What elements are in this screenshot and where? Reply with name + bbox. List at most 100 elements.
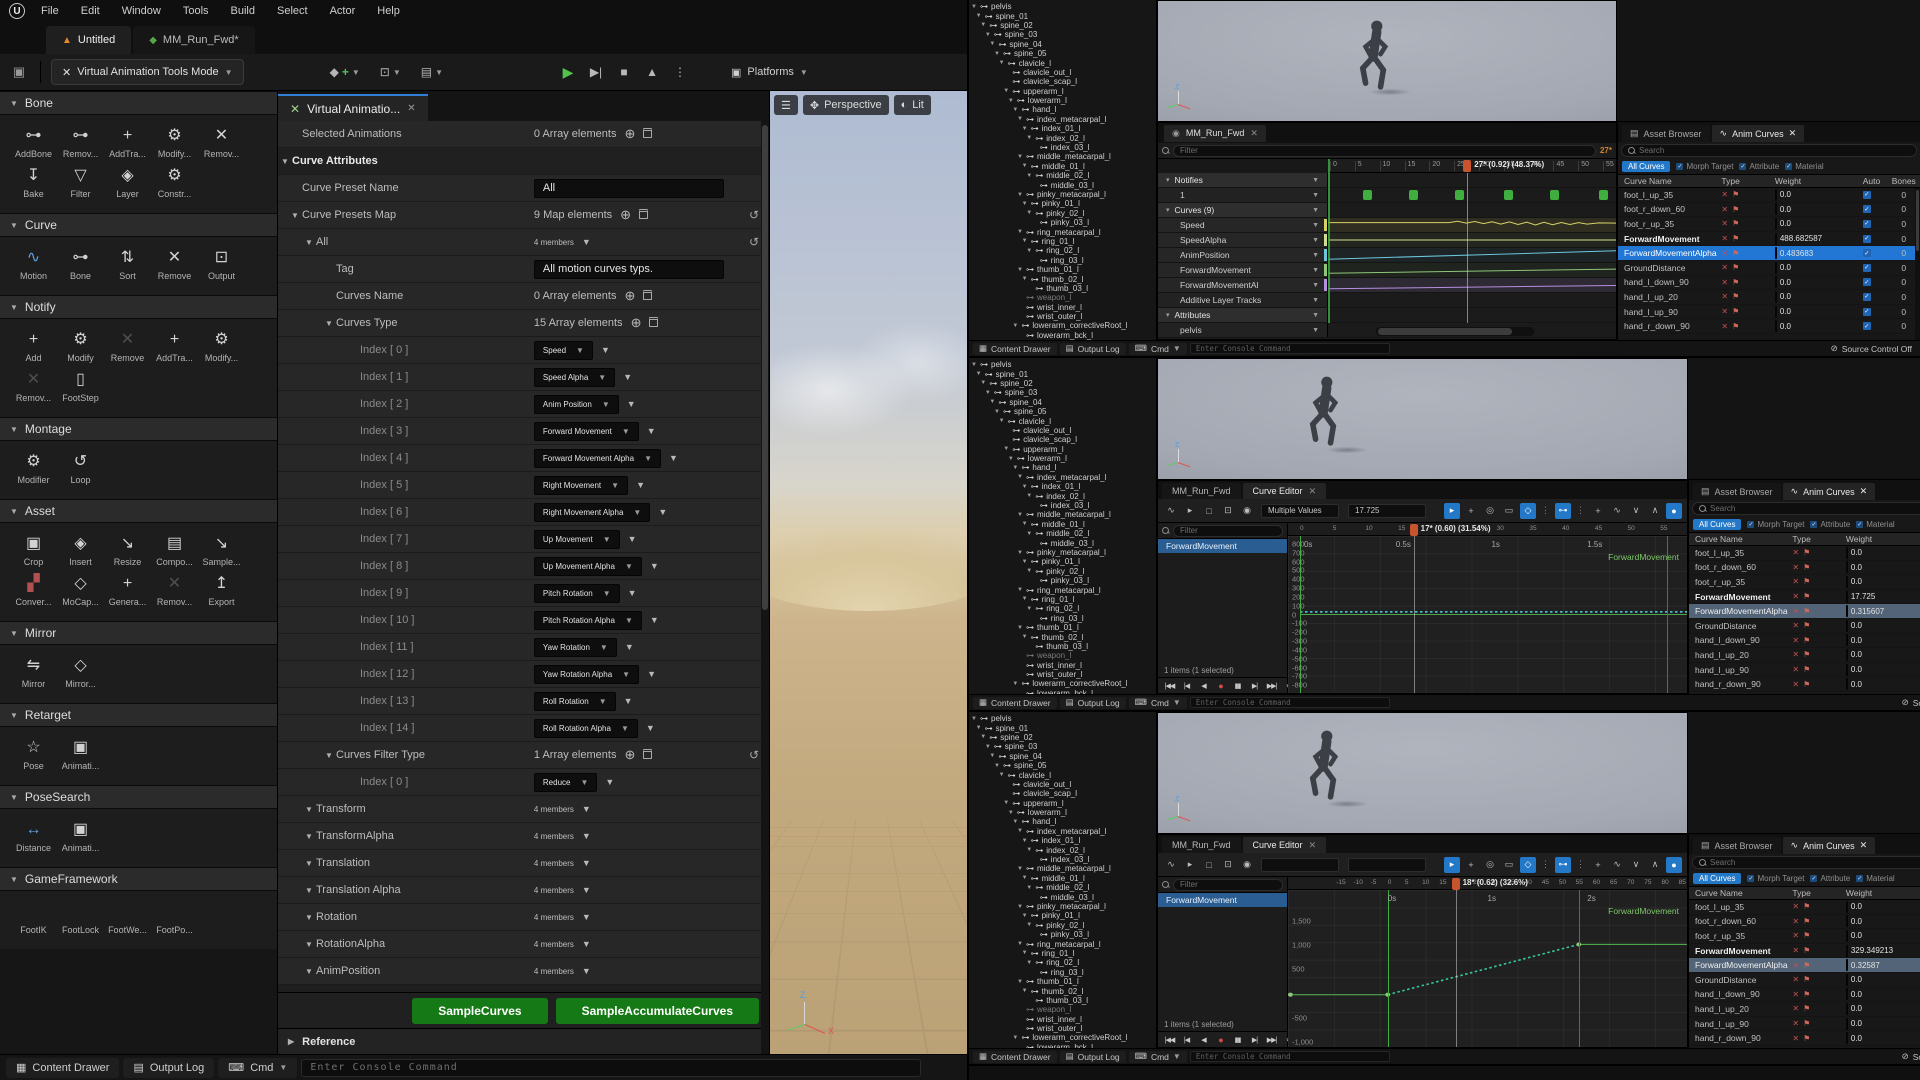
tree-expander-icon[interactable]: ▼: [1003, 800, 1009, 806]
tool-button[interactable]: ▤ Compo...: [151, 535, 198, 567]
add-element-icon[interactable]: ⊕: [624, 288, 635, 304]
curve-row[interactable]: ForwardMovement ✕⚑ 329.349213 ✓ 0: [1689, 944, 1920, 959]
tree-expander-icon[interactable]: ▼: [980, 380, 986, 386]
skeleton-tree-item[interactable]: ▼ ⊶ index_01_l: [969, 124, 1156, 133]
menu-item[interactable]: Help: [366, 0, 411, 22]
preview-viewport[interactable]: Z: [1157, 358, 1688, 480]
tree-expander-icon[interactable]: ▼: [1017, 229, 1023, 235]
track-options-icon[interactable]: ▼: [1312, 297, 1319, 304]
skeleton-tree-item[interactable]: ▼ ⊶ spine_05: [969, 49, 1156, 58]
skeleton-tree-item[interactable]: ▼ ⊶ spine_05: [969, 407, 1156, 416]
skeleton-tree-item[interactable]: ▼ ⊶ spine_05: [969, 761, 1156, 770]
auto-checkbox[interactable]: ✓: [1863, 322, 1871, 330]
lit-mode-dropdown[interactable]: ◐ Lit: [894, 95, 931, 115]
anim-curves-tab[interactable]: ∿Anim Curves✕: [1712, 125, 1805, 142]
tree-expander-icon[interactable]: ▼: [1026, 568, 1032, 574]
tree-expander-icon[interactable]: ▼: [1017, 979, 1023, 985]
curve-list-item-selected[interactable]: ForwardMovement: [1158, 539, 1287, 553]
skeleton-tree-item[interactable]: ▼ ⊶ pelvis: [969, 360, 1156, 369]
tree-expander-icon[interactable]: ▼: [1022, 634, 1028, 640]
tool-button[interactable]: ☆ Pose: [10, 739, 57, 771]
curve-row[interactable]: GroundDistance ✕⚑ 0.0 ✓ 0: [1689, 619, 1920, 634]
retime-tool[interactable]: ◎: [1482, 857, 1498, 873]
tree-expander-icon[interactable]: ▼: [1017, 904, 1023, 910]
curve-row[interactable]: foot_r_up_35 ✕⚑ 0.0 ✓ 0: [1689, 929, 1920, 944]
weight-input[interactable]: 0.0: [1846, 1018, 1848, 1030]
add-actor-button[interactable]: ◆+▼: [324, 60, 366, 84]
anim-curves-tab[interactable]: ∿Anim Curves✕: [1783, 837, 1876, 854]
track-options-icon[interactable]: ▼: [1312, 192, 1319, 199]
row-chevron-icon[interactable]: ▼: [669, 453, 678, 463]
skeleton-tree-item[interactable]: ▼ ⊶ upperarm_l: [969, 445, 1156, 454]
skeleton-tree-item[interactable]: ▼ ⊶ ring_02_l: [969, 246, 1156, 255]
tool-button[interactable]: ⇅ Sort: [104, 249, 151, 281]
reference-section[interactable]: ▶ Reference: [278, 1028, 769, 1054]
multi-select-tool[interactable]: ▭: [1501, 503, 1517, 519]
track-lane[interactable]: [1328, 248, 1616, 262]
row-chevron-icon[interactable]: ▼: [628, 534, 637, 544]
tangent-flatten[interactable]: ∧: [1647, 857, 1663, 873]
skeleton-tree-item[interactable]: ▼ ⊶ weapon_l: [969, 1005, 1156, 1014]
skeleton-tree-item[interactable]: ▼ ⊶ spine_03: [969, 742, 1156, 751]
tool-button[interactable]: ⚙ Modify...: [198, 331, 245, 363]
row-chevron-icon[interactable]: ▼: [582, 885, 591, 895]
skeleton-tree-item[interactable]: ▼ ⊶ spine_04: [969, 752, 1156, 761]
key-time-field[interactable]: [1261, 858, 1339, 872]
property-value-dropdown[interactable]: Forward Movement Alpha▼: [534, 449, 661, 468]
property-row[interactable]: ▼ Index [ 1 ] Speed Alpha Speed Alpha Sp…: [278, 364, 769, 391]
tree-expander-icon[interactable]: ▼: [1017, 116, 1023, 122]
expander-icon[interactable]: ▼: [302, 805, 316, 814]
transform-tool[interactable]: +: [1463, 503, 1479, 519]
track-row[interactable]: Notifies ▼: [1158, 173, 1616, 188]
weight-input[interactable]: 0.0: [1775, 320, 1777, 332]
editor-mode-dropdown[interactable]: ✕ Virtual Animation Tools Mode ▼: [51, 59, 244, 85]
track-options-icon[interactable]: ▼: [1312, 282, 1319, 289]
tree-expander-icon[interactable]: ▼: [994, 51, 1000, 57]
row-chevron-icon[interactable]: ▼: [623, 372, 632, 382]
palette-section-header[interactable]: ▼ Retarget: [0, 703, 277, 727]
expander-icon[interactable]: ▼: [302, 238, 316, 247]
tool-button[interactable]: ↔ Distance: [10, 821, 57, 853]
property-row[interactable]: ▼ Index [ 9 ] Pitch Rotation Pitch Rotat…: [278, 580, 769, 607]
tool-button[interactable]: ▣ Animati...: [57, 739, 104, 771]
source-control-status[interactable]: ⊘Source Control Off: [1831, 343, 1916, 354]
skeleton-tree-item[interactable]: ▼ ⊶ upperarm_l: [969, 87, 1156, 96]
expander-icon[interactable]: ▼: [302, 859, 316, 868]
cmd-dropdown[interactable]: ⌨Cmd▼: [1129, 343, 1187, 355]
reset-to-default-icon[interactable]: ↺: [749, 748, 759, 762]
tree-expander-icon[interactable]: ▼: [1012, 107, 1018, 113]
tree-expander-icon[interactable]: ▼: [971, 362, 977, 368]
skeleton-tree-item[interactable]: ▼ ⊶ thumb_03_l: [969, 996, 1156, 1005]
delete-element-icon[interactable]: [643, 290, 652, 303]
weight-input[interactable]: 0.0: [1846, 1032, 1848, 1044]
curve-row[interactable]: hand_l_up_90 ✕⚑ 0.0 ✓ 0: [1689, 1017, 1920, 1032]
transform-tool[interactable]: +: [1463, 857, 1479, 873]
notify-marker[interactable]: [1599, 190, 1608, 200]
tool-button[interactable]: FootPo...: [151, 903, 198, 935]
skeleton-tree-item[interactable]: ▼ ⊶ weapon_l: [969, 293, 1156, 302]
row-chevron-icon[interactable]: ▼: [627, 399, 636, 409]
expander-icon[interactable]: ▼: [288, 211, 302, 220]
property-row[interactable]: ▼ Curves Type 15 Array elements 15 Array…: [278, 310, 769, 337]
asset-browser-tab[interactable]: ▤Asset Browser: [1693, 837, 1781, 854]
weight-input[interactable]: 0.0: [1846, 620, 1848, 632]
tool-button[interactable]: ⊶ Bone: [57, 249, 104, 281]
skeleton-tree-item[interactable]: ▼ ⊶ index_03_l: [969, 501, 1156, 510]
skeleton-tree-item[interactable]: ▼ ⊶ spine_02: [969, 21, 1156, 30]
add-element-icon[interactable]: ⊕: [624, 747, 635, 763]
close-icon[interactable]: ✕: [1309, 840, 1317, 851]
curve-row[interactable]: hand_l_up_20 ✕⚑ 0.0 ✓ 0: [1618, 290, 1920, 305]
notify-marker[interactable]: [1504, 190, 1513, 200]
curve-row[interactable]: foot_l_up_35 ✕⚑ 0.0 ✓ 0: [1618, 188, 1920, 203]
stop-button[interactable]: ■: [611, 60, 637, 84]
expander-icon[interactable]: ▼: [302, 913, 316, 922]
track-name[interactable]: Additive Layer Tracks ▼: [1158, 293, 1328, 307]
tree-expander-icon[interactable]: ▼: [985, 744, 991, 750]
key-value-field[interactable]: 17.725: [1348, 504, 1426, 518]
property-value-field[interactable]: All: [534, 179, 724, 198]
curve-row[interactable]: hand_l_down_90 ✕⚑ 0.0 ✓ 0: [1689, 634, 1920, 649]
tree-expander-icon[interactable]: ▼: [1022, 521, 1028, 527]
expander-icon[interactable]: ▼: [278, 157, 292, 166]
property-row[interactable]: ▼ Index [ 13 ] Roll Rotation Roll Rotati…: [278, 688, 769, 715]
property-row[interactable]: ▼ RotationAlpha 4 members 4 members 4 me…: [278, 931, 769, 958]
